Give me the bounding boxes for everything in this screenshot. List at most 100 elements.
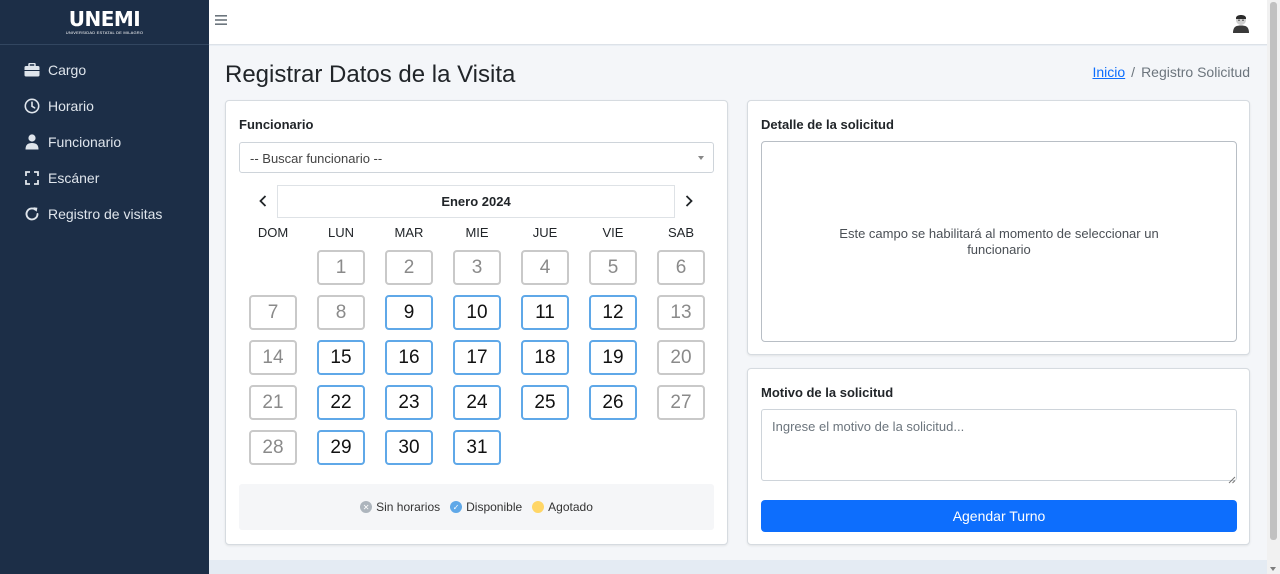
brand-logo[interactable]: UNEMI UNIVERSIDAD ESTATAL DE MILAGRO bbox=[0, 0, 209, 45]
sidebar-item-label: Funcionario bbox=[48, 134, 122, 150]
calendar-legend: ✕ Sin horarios ✓ Disponible Agotado bbox=[239, 484, 714, 530]
chevron-left-icon bbox=[259, 195, 267, 207]
detalle-box: Este campo se habilitará al momento de s… bbox=[761, 141, 1237, 342]
sidebar-item-label: Horario bbox=[48, 98, 94, 114]
calendar-day: 6 bbox=[657, 250, 705, 285]
legend-label: Sin horarios bbox=[376, 500, 441, 514]
sidebar-item-funcionario[interactable]: Funcionario bbox=[0, 124, 209, 160]
sidebar-nav: Cargo Horario Funcionario Escáner Regist… bbox=[0, 45, 209, 232]
brand-subtitle: UNIVERSIDAD ESTATAL DE MILAGRO bbox=[65, 30, 144, 35]
agendar-turno-button[interactable]: Agendar Turno bbox=[761, 500, 1237, 532]
calendar-day[interactable]: 16 bbox=[385, 340, 433, 375]
check-circle-icon: ✓ bbox=[450, 501, 463, 513]
breadcrumb-current: Registro Solicitud bbox=[1141, 64, 1250, 80]
funcionario-select[interactable]: -- Buscar funcionario -- bbox=[239, 142, 714, 173]
calendar-day: 1 bbox=[317, 250, 365, 285]
calendar-next-button[interactable] bbox=[681, 193, 697, 209]
calendar-day[interactable]: 22 bbox=[317, 385, 365, 420]
motivo-textarea[interactable] bbox=[761, 409, 1237, 481]
breadcrumb-separator: / bbox=[1131, 64, 1136, 80]
calendar-day: 2 bbox=[385, 250, 433, 285]
chevron-right-icon bbox=[685, 195, 693, 207]
weekday-label: SAB bbox=[667, 225, 694, 240]
scan-icon bbox=[24, 170, 40, 186]
user-avatar-icon[interactable] bbox=[1232, 13, 1250, 33]
weekday-label: MAR bbox=[394, 225, 424, 240]
calendar-day: 13 bbox=[657, 295, 705, 330]
detalle-card: Detalle de la solicitud Este campo se ha… bbox=[747, 100, 1250, 355]
calendar-day: 14 bbox=[249, 340, 297, 375]
main-content: Registrar Datos de la Visita Inicio / Regi… bbox=[209, 46, 1267, 560]
page-footer-strip bbox=[209, 560, 1267, 574]
hamburger-icon[interactable] bbox=[215, 13, 227, 25]
topbar bbox=[209, 0, 1267, 45]
detalle-placeholder-text: Este campo se habilitará al momento de s… bbox=[839, 225, 1159, 257]
calendar-day[interactable]: 15 bbox=[317, 340, 365, 375]
calendar-card: Funcionario -- Buscar funcionario -- Ene… bbox=[225, 100, 728, 545]
calendar-day[interactable]: 11 bbox=[521, 295, 569, 330]
sidebar-item-label: Escáner bbox=[48, 170, 100, 186]
motivo-label: Motivo de la solicitud bbox=[761, 385, 894, 400]
calendar-day: 28 bbox=[249, 430, 297, 465]
calendar-day: 7 bbox=[249, 295, 297, 330]
legend-item: ✓ Disponible bbox=[450, 500, 522, 514]
calendar-day[interactable]: 19 bbox=[589, 340, 637, 375]
weekday-label: JUE bbox=[532, 225, 558, 240]
calendar-day: 27 bbox=[657, 385, 705, 420]
breadcrumb: Inicio / Registro Solicitud bbox=[1092, 64, 1250, 80]
calendar-day: 21 bbox=[249, 385, 297, 420]
calendar-day[interactable]: 12 bbox=[589, 295, 637, 330]
x-circle-icon: ✕ bbox=[360, 501, 373, 513]
weekday-label: DOM bbox=[257, 225, 289, 240]
dot-circle-icon bbox=[532, 501, 545, 513]
legend-item: ✕ Sin horarios bbox=[360, 500, 440, 514]
calendar-day[interactable]: 24 bbox=[453, 385, 501, 420]
calendar-day: 4 bbox=[521, 250, 569, 285]
calendar-weekdays: DOM LUN MAR MIE JUE VIE SAB bbox=[239, 225, 715, 241]
scroll-down-arrow-icon[interactable] bbox=[1270, 567, 1276, 571]
calendar-day[interactable]: 29 bbox=[317, 430, 365, 465]
briefcase-icon bbox=[24, 62, 40, 78]
weekday-label: LUN bbox=[327, 225, 354, 240]
weekday-label: VIE bbox=[602, 225, 624, 240]
sidebar-item-escaner[interactable]: Escáner bbox=[0, 160, 209, 196]
refresh-icon bbox=[24, 206, 40, 222]
brand-name: UNEMI bbox=[68, 7, 141, 31]
calendar-day[interactable]: 26 bbox=[589, 385, 637, 420]
page-title: Registrar Datos de la Visita bbox=[225, 61, 516, 88]
calendar-day[interactable]: 17 bbox=[453, 340, 501, 375]
calendar-day[interactable]: 18 bbox=[521, 340, 569, 375]
calendar-prev-button[interactable] bbox=[255, 193, 271, 209]
page-scrollbar[interactable] bbox=[1267, 0, 1280, 574]
detalle-label: Detalle de la solicitud bbox=[761, 117, 894, 132]
sidebar-item-label: Registro de visitas bbox=[48, 206, 163, 222]
legend-label: Agotado bbox=[548, 500, 593, 514]
calendar-day: 5 bbox=[589, 250, 637, 285]
calendar-day[interactable]: 30 bbox=[385, 430, 433, 465]
weekday-label: MIE bbox=[465, 225, 489, 240]
breadcrumb-home-link[interactable]: Inicio bbox=[1092, 64, 1125, 80]
resize-grip-icon[interactable] bbox=[1228, 471, 1236, 484]
caret-down-icon bbox=[698, 156, 704, 160]
sidebar-item-registro-visitas[interactable]: Registro de visitas bbox=[0, 196, 209, 232]
motivo-card: Motivo de la solicitud Agendar Turno bbox=[747, 368, 1250, 545]
user-icon bbox=[24, 134, 40, 150]
scrollbar-thumb[interactable] bbox=[1270, 2, 1277, 540]
calendar-day: 3 bbox=[453, 250, 501, 285]
funcionario-label: Funcionario bbox=[239, 117, 314, 132]
calendar-day: 20 bbox=[657, 340, 705, 375]
legend-item: Agotado bbox=[532, 500, 593, 514]
calendar-day[interactable]: 31 bbox=[453, 430, 501, 465]
calendar-day[interactable]: 9 bbox=[385, 295, 433, 330]
sidebar-item-label: Cargo bbox=[48, 62, 87, 78]
calendar-day: 8 bbox=[317, 295, 365, 330]
clock-icon bbox=[24, 98, 40, 114]
calendar-day[interactable]: 10 bbox=[453, 295, 501, 330]
sidebar-item-cargo[interactable]: Cargo bbox=[0, 52, 209, 88]
sidebar: UNEMI UNIVERSIDAD ESTATAL DE MILAGRO Car… bbox=[0, 0, 209, 574]
calendar-day[interactable]: 25 bbox=[521, 385, 569, 420]
legend-label: Disponible bbox=[466, 500, 523, 514]
calendar-month-label: Enero 2024 bbox=[277, 185, 675, 218]
sidebar-item-horario[interactable]: Horario bbox=[0, 88, 209, 124]
calendar-day[interactable]: 23 bbox=[385, 385, 433, 420]
